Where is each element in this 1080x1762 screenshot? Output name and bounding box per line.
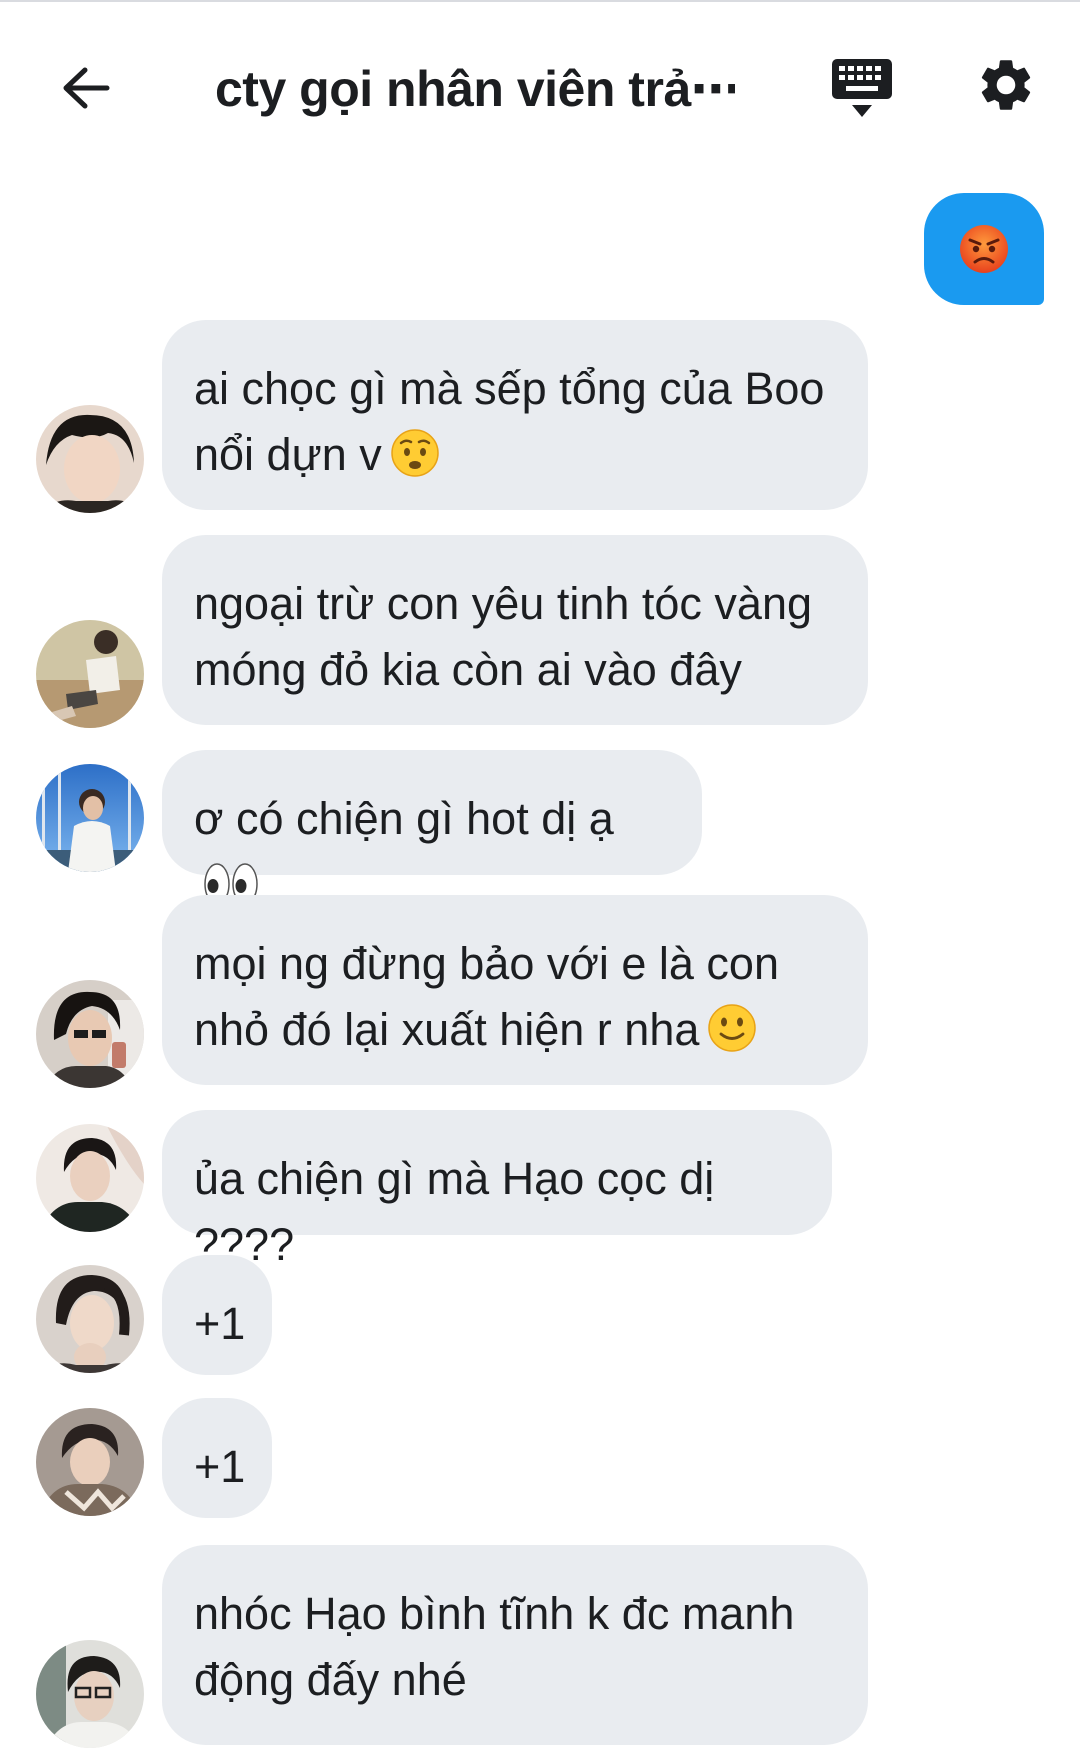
message-bubble[interactable]: mọi ng đừng bảo với e là con nhỏ đó lại … bbox=[162, 895, 868, 1085]
gear-icon bbox=[981, 60, 1031, 110]
avatar[interactable] bbox=[36, 980, 144, 1088]
avatar[interactable] bbox=[36, 1640, 144, 1748]
message-bubble[interactable]: +1 bbox=[162, 1398, 272, 1518]
sent-message-bubble[interactable] bbox=[924, 193, 1044, 305]
message-text: ơ có chiện gì hot dị ạ bbox=[194, 793, 614, 844]
message-bubble[interactable]: +1 bbox=[162, 1255, 272, 1375]
angry-face-emoji bbox=[960, 225, 1008, 273]
back-button[interactable] bbox=[52, 54, 120, 122]
message-text: ai chọc gì mà sếp tổng của Boo nổi dựn v bbox=[194, 363, 825, 480]
anxious-face-emoji bbox=[390, 428, 440, 496]
message-text: +1 bbox=[194, 1298, 246, 1349]
avatar[interactable] bbox=[36, 1265, 144, 1373]
chat-title[interactable]: cty gọi nhân viên trả⋯ bbox=[215, 57, 735, 121]
chat-header: cty gọi nhân viên trả⋯ bbox=[0, 2, 1080, 172]
message-text: mọi ng đừng bảo với e là con nhỏ đó lại … bbox=[194, 938, 779, 1055]
message-text: ngoại trừ con yêu tinh tóc vàng móng đỏ … bbox=[194, 578, 813, 695]
arrow-left-icon bbox=[63, 67, 110, 109]
message-text: +1 bbox=[194, 1441, 246, 1492]
message-text: ủa chiện gì mà Hạo cọc dị ???? bbox=[194, 1153, 715, 1270]
avatar[interactable] bbox=[36, 1408, 144, 1516]
message-bubble[interactable]: nhóc Hạo bình tĩnh k đc manh động đấy nh… bbox=[162, 1545, 868, 1745]
message-bubble[interactable]: ơ có chiện gì hot dị ạ bbox=[162, 750, 702, 905]
avatar[interactable] bbox=[36, 764, 144, 872]
avatar[interactable] bbox=[36, 405, 144, 513]
avatar[interactable] bbox=[36, 1124, 144, 1232]
message-text: nhóc Hạo bình tĩnh k đc manh động đấy nh… bbox=[194, 1588, 795, 1705]
message-bubble[interactable]: ai chọc gì mà sếp tổng của Boo nổi dựn v bbox=[162, 320, 868, 510]
slightly-smiling-face-emoji bbox=[707, 1003, 757, 1071]
avatar[interactable] bbox=[36, 620, 144, 728]
settings-button[interactable] bbox=[975, 54, 1041, 120]
keyboard-icon bbox=[832, 59, 892, 117]
message-bubble[interactable]: ngoại trừ con yêu tinh tóc vàng móng đỏ … bbox=[162, 535, 868, 725]
keyboard-button[interactable] bbox=[830, 57, 896, 123]
message-bubble[interactable]: ủa chiện gì mà Hạo cọc dị ???? bbox=[162, 1110, 832, 1270]
